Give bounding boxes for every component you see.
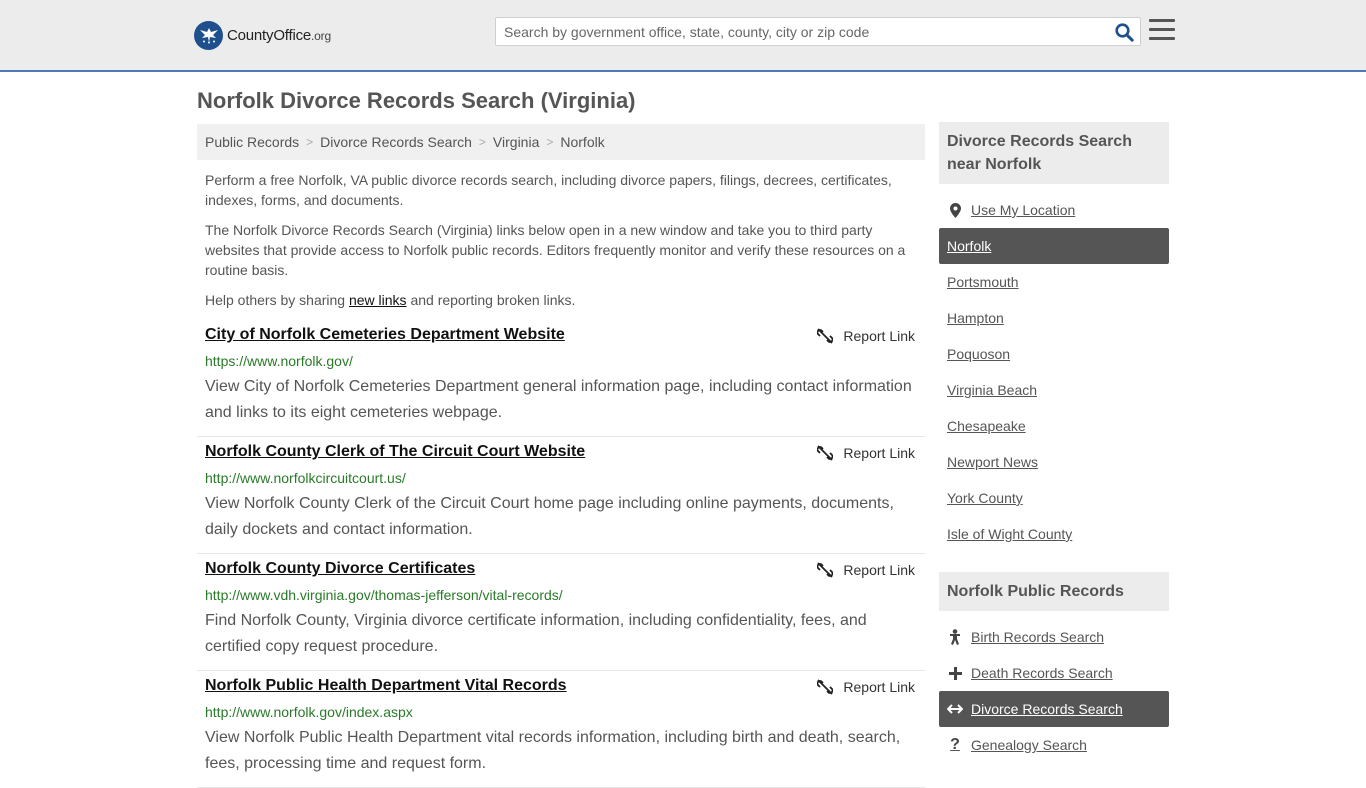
- report-link-label: Report Link: [843, 445, 915, 461]
- intro-paragraph-1: Perform a free Norfolk, VA public divorc…: [205, 172, 892, 208]
- result-title-link[interactable]: Norfolk County Divorce Certificates: [205, 560, 475, 578]
- breadcrumb-divorce-records[interactable]: Divorce Records Search: [320, 134, 472, 150]
- report-link-button[interactable]: Report Link: [817, 679, 915, 695]
- result-description: Find Norfolk County, Virginia divorce ce…: [205, 612, 867, 655]
- hamburger-menu-icon[interactable]: [1149, 19, 1175, 42]
- map-pin-icon: [947, 202, 963, 218]
- nearby-item-poquoson[interactable]: Poquoson: [939, 336, 1169, 372]
- share-text-end: and reporting broken links.: [406, 292, 576, 308]
- share-text: Help others by sharing: [205, 292, 349, 308]
- question-icon: ?: [950, 736, 960, 753]
- sidebar-item-label: Genealogy Search: [971, 737, 1087, 753]
- result-description: View City of Norfolk Cemeteries Departme…: [205, 378, 912, 421]
- site-logo[interactable]: CountyOffice.org: [194, 20, 331, 50]
- chevron-right-icon: >: [306, 135, 314, 149]
- report-link-label: Report Link: [843, 562, 915, 578]
- eagle-icon: [194, 20, 223, 50]
- sidebar-item-label: Birth Records Search: [971, 629, 1105, 645]
- sidebar-item-genealogy[interactable]: ? Genealogy Search: [939, 727, 1169, 763]
- page-title: Norfolk Divorce Records Search (Virginia…: [197, 88, 636, 113]
- search-button[interactable]: [1112, 21, 1136, 43]
- result-title-link[interactable]: Norfolk County Clerk of The Circuit Cour…: [205, 443, 585, 461]
- broken-link-icon: [817, 679, 834, 695]
- search-box: [495, 17, 1141, 46]
- sidebar-item-birth-records[interactable]: Birth Records Search: [939, 619, 1169, 655]
- search-input[interactable]: [496, 18, 1096, 45]
- result-item: Norfolk County Clerk of The Circuit Cour…: [197, 437, 925, 554]
- sidebar-item-divorce-records[interactable]: Divorce Records Search: [939, 691, 1169, 727]
- result-url: http://www.norfolkcircuitcourt.us/: [205, 470, 406, 486]
- chevron-right-icon: >: [546, 135, 554, 149]
- result-title-link[interactable]: City of Norfolk Cemeteries Department We…: [205, 326, 565, 344]
- split-arrows-icon: [947, 704, 963, 714]
- search-icon: [1114, 22, 1134, 42]
- new-links-link[interactable]: new links: [349, 292, 407, 308]
- use-my-location-label: Use My Location: [971, 202, 1076, 218]
- breadcrumb: Public Records > Divorce Records Search …: [197, 124, 925, 160]
- nearby-item-chesapeake[interactable]: Chesapeake: [939, 408, 1169, 444]
- sidebar-item-label: Death Records Search: [971, 665, 1113, 681]
- broken-link-icon: [817, 562, 834, 578]
- sidebar-item-death-records[interactable]: Death Records Search: [939, 655, 1169, 691]
- nearby-item-norfolk[interactable]: Norfolk: [939, 228, 1169, 264]
- result-description: View Norfolk Public Health Department vi…: [205, 729, 901, 772]
- chevron-right-icon: >: [478, 135, 486, 149]
- intro-paragraph-2: The Norfolk Divorce Records Search (Virg…: [205, 222, 906, 278]
- result-item: Norfolk County Divorce Certificates Repo…: [197, 554, 925, 671]
- nearby-item-newport-news[interactable]: Newport News: [939, 444, 1169, 480]
- report-link-button[interactable]: Report Link: [817, 445, 915, 461]
- result-url: https://www.norfolk.gov/: [205, 353, 353, 369]
- breadcrumb-virginia[interactable]: Virginia: [493, 134, 539, 150]
- broken-link-icon: [817, 328, 834, 344]
- result-title-link[interactable]: Norfolk Public Health Department Vital R…: [205, 677, 567, 695]
- logo-main-text: CountyOffice: [227, 26, 312, 44]
- logo-text: CountyOffice.org: [227, 27, 331, 44]
- result-item: City of Norfolk Cemeteries Department We…: [197, 320, 925, 437]
- result-item: Norfolk Public Health Department Vital R…: [197, 671, 925, 788]
- cross-icon: [947, 666, 963, 680]
- breadcrumb-norfolk[interactable]: Norfolk: [560, 134, 604, 150]
- logo-suffix-text: .org: [311, 28, 331, 43]
- breadcrumb-public-records[interactable]: Public Records: [205, 134, 299, 150]
- nearby-heading: Divorce Records Search near Norfolk: [939, 122, 1169, 184]
- report-link-button[interactable]: Report Link: [817, 328, 915, 344]
- nearby-item-portsmouth[interactable]: Portsmouth: [939, 264, 1169, 300]
- report-link-button[interactable]: Report Link: [817, 562, 915, 578]
- sidebar-item-label: Divorce Records Search: [971, 701, 1123, 717]
- result-url: http://www.vdh.virginia.gov/thomas-jeffe…: [205, 587, 563, 603]
- use-my-location-link[interactable]: Use My Location: [939, 192, 1169, 228]
- broken-link-icon: [817, 445, 834, 461]
- nearby-item-virginia-beach[interactable]: Virginia Beach: [939, 372, 1169, 408]
- result-description: View Norfolk County Clerk of the Circuit…: [205, 495, 894, 538]
- nearby-item-york-county[interactable]: York County: [939, 480, 1169, 516]
- public-records-heading: Norfolk Public Records: [939, 572, 1169, 611]
- nearby-item-hampton[interactable]: Hampton: [939, 300, 1169, 336]
- intro-paragraph-3: Help others by sharing new links and rep…: [205, 290, 917, 310]
- report-link-label: Report Link: [843, 679, 915, 695]
- report-link-label: Report Link: [843, 328, 915, 344]
- site-header: CountyOffice.org: [0, 0, 1366, 72]
- nearby-item-isle-of-wight-county[interactable]: Isle of Wight County: [939, 516, 1169, 552]
- result-url: http://www.norfolk.gov/index.aspx: [205, 704, 413, 720]
- baby-icon: [947, 629, 963, 645]
